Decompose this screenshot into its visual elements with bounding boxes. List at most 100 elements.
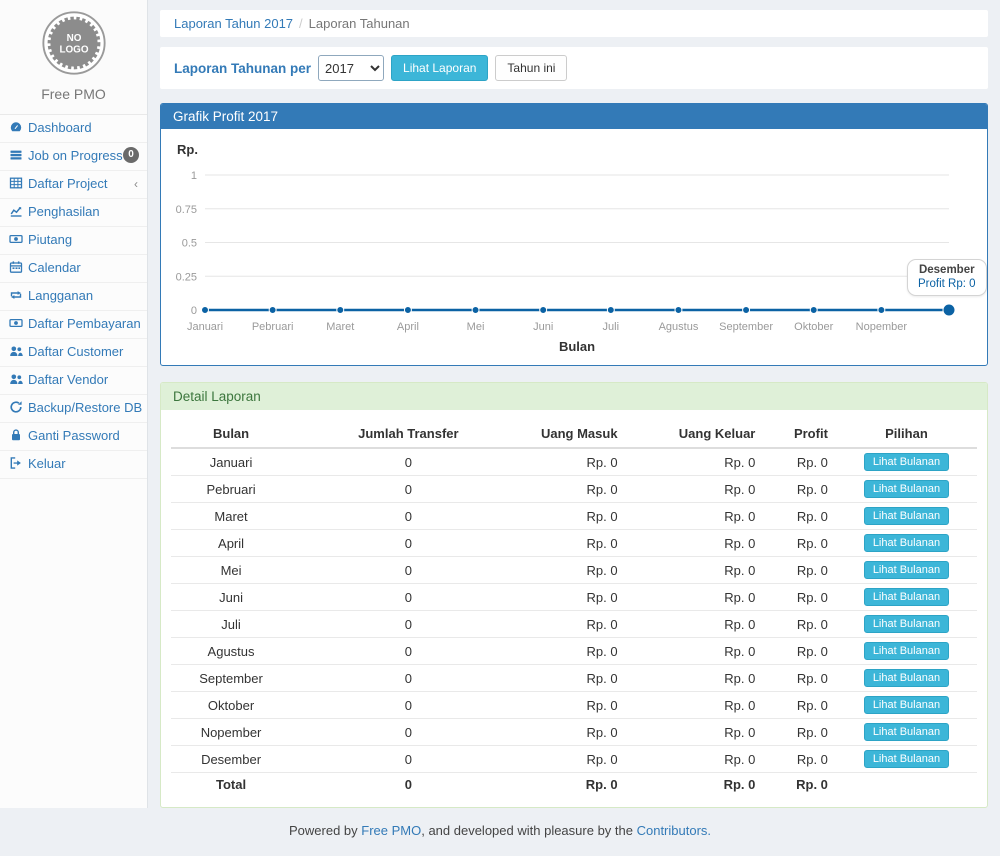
sidebar-item-label: Daftar Pembayaran	[28, 316, 141, 331]
svg-text:LOGO: LOGO	[59, 44, 88, 55]
cell-jumlah-transfer: 0	[291, 638, 526, 665]
lihat-bulanan-button[interactable]: Lihat Bulanan	[864, 534, 949, 552]
cell-uang-keluar: Rp. 0	[626, 692, 764, 719]
cell-bulan: September	[171, 665, 291, 692]
sidebar-item-keluar[interactable]: Keluar	[0, 451, 147, 479]
lihat-bulanan-button[interactable]: Lihat Bulanan	[864, 588, 949, 606]
footer-link-contributors[interactable]: Contributors.	[637, 823, 711, 838]
cell-bulan: Agustus	[171, 638, 291, 665]
detail-panel-title: Detail Laporan	[161, 383, 987, 410]
refresh-icon	[9, 400, 23, 414]
svg-text:Oktober: Oktober	[794, 321, 833, 333]
sidebar-item-backup-restore-db[interactable]: Backup/Restore DB	[0, 395, 147, 423]
cell-jumlah-transfer: 0	[291, 665, 526, 692]
cell-profit: Rp. 0	[763, 746, 836, 773]
year-select[interactable]: 2017	[318, 55, 384, 81]
svg-text:0.25: 0.25	[176, 271, 197, 283]
cell-profit: Rp. 0	[763, 692, 836, 719]
lihat-bulanan-button[interactable]: Lihat Bulanan	[864, 723, 949, 741]
cell-jumlah-transfer: 0	[291, 611, 526, 638]
cell-uang-masuk: Rp. 0	[526, 746, 626, 773]
sidebar-item-label: Calendar	[28, 260, 81, 275]
cell-jumlah-transfer: 0	[291, 584, 526, 611]
cell-uang-masuk: Rp. 0	[526, 448, 626, 476]
cell-uang-keluar: Rp. 0	[626, 719, 764, 746]
detail-panel-body: BulanJumlah TransferUang MasukUang Kelua…	[161, 410, 987, 807]
lihat-bulanan-button[interactable]: Lihat Bulanan	[864, 696, 949, 714]
retweet-icon	[9, 288, 23, 302]
svg-text:September: September	[719, 321, 773, 333]
footer: Powered by Free PMO, and developed with …	[0, 808, 1000, 856]
filter-label: Laporan Tahunan per	[174, 61, 311, 76]
total-uang-keluar: Rp. 0	[626, 773, 764, 797]
sidebar-item-daftar-customer[interactable]: Daftar Customer	[0, 339, 147, 367]
svg-text:0.75: 0.75	[176, 204, 197, 216]
sidebar-item-dashboard[interactable]: Dashboard	[0, 115, 147, 143]
sidebar-item-job-on-progress[interactable]: Job on Progress0	[0, 143, 147, 171]
detail-report-panel: Detail Laporan BulanJumlah TransferUang …	[160, 382, 988, 808]
sidebar-item-penghasilan[interactable]: Penghasilan	[0, 199, 147, 227]
cell-uang-keluar: Rp. 0	[626, 530, 764, 557]
lihat-bulanan-button[interactable]: Lihat Bulanan	[864, 750, 949, 768]
cell-uang-masuk: Rp. 0	[526, 638, 626, 665]
cell-bulan: Juni	[171, 584, 291, 611]
cell-jumlah-transfer: 0	[291, 557, 526, 584]
view-report-button[interactable]: Lihat Laporan	[391, 55, 488, 81]
breadcrumb-current: Laporan Tahunan	[309, 16, 410, 31]
lihat-bulanan-button[interactable]: Lihat Bulanan	[864, 642, 949, 660]
footer-link-freepmo[interactable]: Free PMO	[361, 823, 421, 838]
tasks-icon	[9, 148, 23, 162]
lihat-bulanan-button[interactable]: Lihat Bulanan	[864, 453, 949, 471]
column-header-jumlah-transfer: Jumlah Transfer	[291, 420, 526, 448]
cell-profit: Rp. 0	[763, 584, 836, 611]
sidebar-item-ganti-password[interactable]: Ganti Password	[0, 423, 147, 451]
dashboard-icon	[9, 120, 23, 134]
cell-uang-masuk: Rp. 0	[526, 584, 626, 611]
cell-bulan: April	[171, 530, 291, 557]
table-row: April0Rp. 0Rp. 0Rp. 0Lihat Bulanan	[171, 530, 977, 557]
lihat-bulanan-button[interactable]: Lihat Bulanan	[864, 480, 949, 498]
cell-uang-keluar: Rp. 0	[626, 476, 764, 503]
total-profit: Rp. 0	[763, 773, 836, 797]
svg-text:0: 0	[191, 305, 197, 317]
chart-tooltip: Desember Profit Rp: 0	[907, 259, 987, 296]
sidebar-item-piutang[interactable]: Piutang	[0, 227, 147, 255]
cell-uang-masuk: Rp. 0	[526, 719, 626, 746]
cell-bulan: Nopember	[171, 719, 291, 746]
table-total-row: Total 0 Rp. 0 Rp. 0 Rp. 0	[171, 773, 977, 797]
sidebar-nav: DashboardJob on Progress0Daftar Project‹…	[0, 115, 147, 479]
cell-jumlah-transfer: 0	[291, 476, 526, 503]
table-row: Mei0Rp. 0Rp. 0Rp. 0Lihat Bulanan	[171, 557, 977, 584]
cell-jumlah-transfer: 0	[291, 530, 526, 557]
sidebar-item-daftar-pembayaran[interactable]: Daftar Pembayaran	[0, 311, 147, 339]
footer-text: Powered by	[289, 823, 361, 838]
sidebar-item-langganan[interactable]: Langganan	[0, 283, 147, 311]
lihat-bulanan-button[interactable]: Lihat Bulanan	[864, 507, 949, 525]
cell-profit: Rp. 0	[763, 503, 836, 530]
lihat-bulanan-button[interactable]: Lihat Bulanan	[864, 669, 949, 687]
chart-panel-body: Rp.00.250.50.751JanuariPebruariMaretApri…	[161, 129, 987, 365]
lock-icon	[9, 428, 23, 442]
cell-jumlah-transfer: 0	[291, 448, 526, 476]
tooltip-value: Profit Rp: 0	[918, 278, 976, 290]
breadcrumb-link-laporan-tahun[interactable]: Laporan Tahun 2017	[174, 16, 293, 31]
sidebar-item-daftar-project[interactable]: Daftar Project‹	[0, 171, 147, 199]
cell-profit: Rp. 0	[763, 719, 836, 746]
svg-text:Rp.: Rp.	[177, 142, 198, 157]
table-row: Nopember0Rp. 0Rp. 0Rp. 0Lihat Bulanan	[171, 719, 977, 746]
svg-text:Juli: Juli	[603, 321, 620, 333]
line-chart-icon	[9, 204, 23, 218]
cell-uang-keluar: Rp. 0	[626, 638, 764, 665]
sidebar-item-calendar[interactable]: Calendar	[0, 255, 147, 283]
lihat-bulanan-button[interactable]: Lihat Bulanan	[864, 561, 949, 579]
table-row: Agustus0Rp. 0Rp. 0Rp. 0Lihat Bulanan	[171, 638, 977, 665]
table-header-row: BulanJumlah TransferUang MasukUang Kelua…	[171, 420, 977, 448]
sidebar-item-label: Daftar Project	[28, 176, 107, 191]
table-row: Desember0Rp. 0Rp. 0Rp. 0Lihat Bulanan	[171, 746, 977, 773]
svg-text:April: April	[397, 321, 419, 333]
profit-line-chart[interactable]: Rp.00.250.50.751JanuariPebruariMaretApri…	[171, 139, 977, 355]
sidebar-item-daftar-vendor[interactable]: Daftar Vendor	[0, 367, 147, 395]
lihat-bulanan-button[interactable]: Lihat Bulanan	[864, 615, 949, 633]
this-year-button[interactable]: Tahun ini	[495, 55, 567, 81]
calendar-icon	[9, 260, 23, 274]
